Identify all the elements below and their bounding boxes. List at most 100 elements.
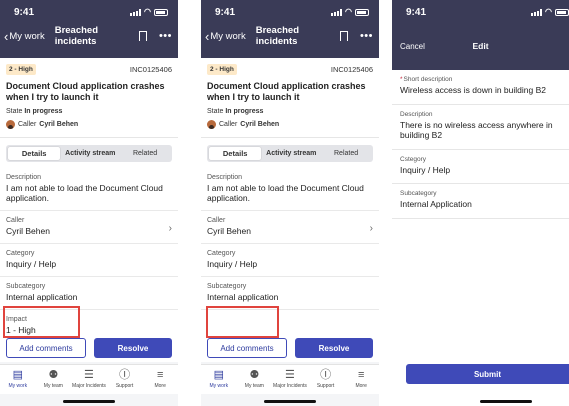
tabbar-more[interactable]: ≡ More — [343, 365, 379, 394]
wifi-icon: ◠ — [545, 7, 552, 16]
tabbar-support[interactable]: Ⓘ Support — [308, 365, 344, 394]
incident-summary: 2 - High INC0125406 Document Cloud appli… — [0, 58, 178, 137]
help-icon: Ⓘ — [320, 369, 332, 381]
subcategory-label: Subcategory — [6, 283, 46, 290]
tabbar-label: Support — [316, 383, 335, 389]
priority-badge: 2 - High — [6, 64, 36, 75]
bookmark-icon[interactable] — [138, 31, 147, 44]
state-line: State In progress — [207, 108, 373, 115]
more-icon[interactable]: ••• — [360, 30, 373, 42]
tab-activity-stream[interactable]: Activity stream — [60, 147, 120, 160]
caller-label: Caller — [18, 121, 37, 128]
battery-icon — [154, 8, 168, 16]
bookmark-icon[interactable] — [339, 31, 348, 44]
add-comments-button[interactable]: Add comments — [6, 338, 86, 358]
app-header: 9:41 ◠ ‹ My work Breached incidents ••• — [201, 0, 379, 58]
category-label: Cstegory — [400, 155, 427, 163]
tabbar-label: Support — [115, 383, 134, 389]
edit-nav-row: Cancel Edit — [392, 30, 569, 62]
description-label: Description — [400, 110, 433, 118]
back-button[interactable]: ‹ My work — [205, 30, 246, 43]
short-description: Document Cloud application crashes when … — [207, 81, 366, 102]
state-line: State In progress — [6, 108, 172, 115]
short-description-value: Wireless access is down in building B2 — [400, 85, 546, 95]
incident-summary: 2 - High INC0125406 Document Cloud appli… — [201, 58, 379, 137]
category-field[interactable]: Cstegory Inquiry / Help — [392, 150, 569, 184]
tabbar-major-incidents[interactable]: ☰ Major Incidents — [272, 365, 308, 394]
submit-button[interactable]: Submit — [406, 364, 569, 384]
description-field[interactable]: Description There is no wireless access … — [392, 105, 569, 150]
avatar — [207, 120, 216, 129]
tab-related[interactable]: Related — [120, 147, 170, 160]
required-marker: * — [400, 76, 403, 83]
description-label: Description — [6, 174, 42, 181]
clipboard-icon: ☰ — [285, 369, 295, 381]
back-label: My work — [9, 30, 45, 42]
tabbar-my-work[interactable]: ▤ My work — [201, 365, 237, 394]
impact-highlight — [3, 306, 80, 338]
empty-impact-highlight — [206, 306, 279, 338]
tabbar-support[interactable]: Ⓘ Support — [107, 365, 143, 394]
tabbar-label: My work — [209, 383, 229, 389]
state-value: In progress — [225, 108, 264, 115]
back-button[interactable]: ‹ My work — [4, 30, 45, 43]
edit-screen: 9:41 ◠ Cancel Edit *Short description Wi… — [392, 0, 569, 406]
category-value: Inquiry / Help — [207, 259, 258, 269]
description-value: I am not able to load the Document Cloud… — [207, 183, 364, 203]
tab-details[interactable]: Details — [209, 147, 262, 160]
action-bar: Add comments Resolve — [0, 338, 178, 362]
tabbar-more[interactable]: ≡ More — [142, 365, 178, 394]
resolve-button[interactable]: Resolve — [295, 338, 373, 358]
more-icon[interactable]: ••• — [159, 30, 172, 42]
chevron-right-icon: › — [168, 223, 172, 234]
edit-header: 9:41 ◠ Cancel Edit — [392, 0, 569, 70]
state-value: In progress — [24, 108, 63, 115]
briefcase-icon: ▤ — [12, 369, 23, 381]
state-label: State — [6, 108, 23, 115]
subcategory-field[interactable]: Subcategory Internal Application — [392, 184, 569, 219]
tabbar-my-team[interactable]: ⚉ My team — [36, 365, 72, 394]
menu-icon: ≡ — [156, 369, 164, 381]
nav-row: ‹ My work Breached incidents ••• — [201, 24, 379, 48]
resolve-button[interactable]: Resolve — [94, 338, 172, 358]
chevron-left-icon: ‹ — [4, 28, 9, 44]
category-value: Inquiry / Help — [6, 259, 57, 269]
caller-field[interactable]: Caller Cyril Behen › — [0, 211, 178, 244]
tabbar-my-work[interactable]: ▤ My work — [0, 365, 36, 394]
tab-activity-stream[interactable]: Activity stream — [261, 147, 321, 160]
incident-number: INC0125406 — [330, 65, 373, 74]
short-description-field[interactable]: *Short description Wireless access is do… — [392, 70, 569, 105]
tabbar-my-team[interactable]: ⚉ My team — [237, 365, 273, 394]
status-bar: 9:41 ◠ — [0, 0, 178, 24]
category-value: Inquiry / Help — [400, 164, 451, 175]
add-comments-button[interactable]: Add comments — [207, 338, 287, 358]
incident-detail-screen-2: 9:41 ◠ ‹ My work Breached incidents ••• 2… — [201, 0, 379, 406]
nav-row: ‹ My work Breached incidents ••• — [0, 24, 178, 48]
tab-details[interactable]: Details — [8, 147, 61, 160]
signal-icon — [331, 8, 343, 16]
page-title: Breached incidents — [255, 25, 300, 47]
chevron-right-icon: › — [369, 223, 373, 234]
menu-icon: ≡ — [357, 369, 365, 381]
caller-label: Caller — [219, 121, 238, 128]
app-header: 9:41 ◠ ‹ My work Breached incidents ••• — [0, 0, 178, 58]
short-description-label: Short description — [403, 76, 453, 83]
status-icons: ◠ — [331, 8, 369, 16]
description-label: Description — [207, 174, 243, 181]
clipboard-icon: ☰ — [84, 369, 94, 381]
tab-related[interactable]: Related — [321, 147, 371, 160]
category-field: Category Inquiry / Help — [0, 244, 178, 277]
action-bar: Add comments Resolve — [201, 338, 379, 362]
tabbar-major-incidents[interactable]: ☰ Major Incidents — [71, 365, 107, 394]
avatar — [6, 120, 15, 129]
tabbar-label: My team — [244, 383, 264, 389]
caller-field[interactable]: Caller Cyril Behen › — [201, 211, 379, 244]
description-value: I am not able to load the Document Cloud… — [6, 183, 163, 203]
tabbar-label: More — [154, 383, 166, 389]
tabbar-label: More — [355, 383, 367, 389]
segmented-tabs: Details Activity stream Related — [207, 145, 373, 162]
page-title: Breached incidents — [54, 25, 99, 47]
status-time: 9:41 — [215, 6, 236, 18]
category-label: Category — [207, 250, 236, 257]
home-indicator — [63, 400, 115, 403]
